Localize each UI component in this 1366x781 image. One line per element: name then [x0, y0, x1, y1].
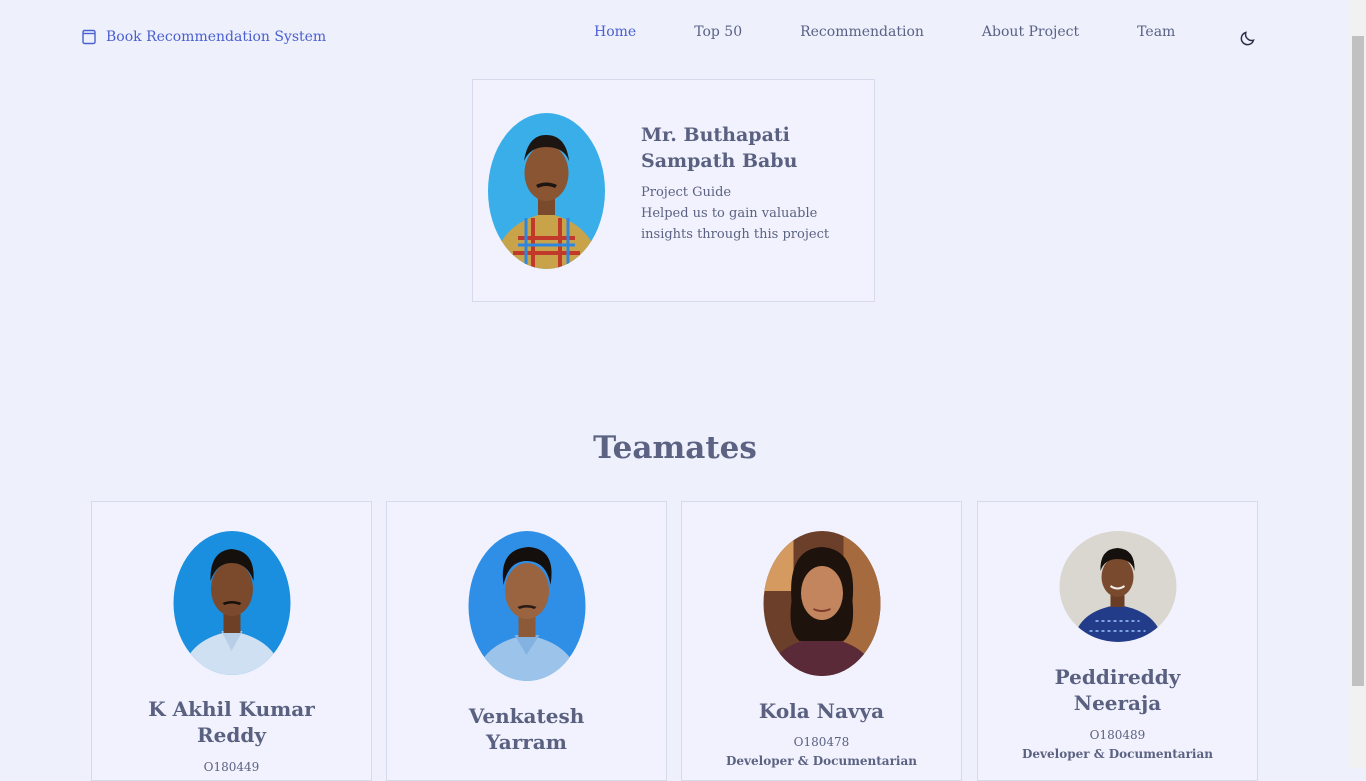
member-name-line1: Kola Navya — [758, 699, 885, 723]
member-id: O180478 — [793, 735, 850, 749]
brand-label: Book Recommendation System — [106, 29, 327, 45]
brand-link[interactable]: Book Recommendation System — [81, 29, 326, 45]
member-name-line2: Yarram — [486, 730, 567, 754]
nav-recommendation[interactable]: Recommendation — [800, 24, 924, 40]
avatar — [173, 531, 290, 675]
team-card: Venkatesh Yarram — [386, 501, 667, 781]
moon-icon[interactable] — [1239, 29, 1257, 47]
member-name-line1: Peddireddy — [1054, 665, 1181, 689]
section-title: Teamates — [593, 430, 757, 466]
team-card: Peddireddy Neeraja O180489 Developer & D… — [977, 501, 1258, 781]
member-name: Kola Navya — [682, 698, 961, 724]
avatar — [1059, 531, 1176, 642]
member-name: Venkatesh Yarram — [387, 703, 666, 755]
guide-name-line2: Sampath Babu — [641, 150, 798, 172]
guide-desc-line1: Helped us to gain valuable — [641, 206, 818, 221]
member-name-line1: Venkatesh — [468, 704, 585, 728]
member-name-line2: Reddy — [197, 723, 266, 747]
nav-links: Home Top 50 Recommendation About Project… — [594, 24, 1175, 40]
avatar — [763, 531, 880, 676]
member-id: O180449 — [203, 760, 260, 774]
member-name: K Akhil Kumar Reddy — [92, 696, 371, 748]
book-icon — [81, 29, 97, 45]
guide-photo — [488, 113, 605, 269]
guide-text: Mr. Buthapati Sampath Babu Project Guide… — [641, 122, 861, 245]
member-name-line2: Neeraja — [1073, 691, 1162, 715]
scrollbar[interactable] — [1350, 0, 1366, 768]
guide-card: Mr. Buthapati Sampath Babu Project Guide… — [472, 79, 875, 302]
member-name: Peddireddy Neeraja — [978, 664, 1257, 716]
member-name-line1: K Akhil Kumar — [148, 697, 315, 721]
guide-name: Mr. Buthapati Sampath Babu — [641, 122, 861, 174]
member-id: O180489 — [1089, 728, 1146, 742]
nav-home[interactable]: Home — [594, 24, 636, 40]
guide-role: Project Guide — [641, 185, 732, 200]
guide-name-line1: Mr. Buthapati — [641, 124, 790, 146]
team-card: K Akhil Kumar Reddy O180449 — [91, 501, 372, 781]
team-card: Kola Navya O180478 Developer & Documenta… — [681, 501, 962, 781]
guide-description: Helped us to gain valuable insights thro… — [641, 203, 861, 245]
avatar — [468, 531, 585, 681]
scrollbar-thumb[interactable] — [1352, 36, 1364, 686]
nav-top-50[interactable]: Top 50 — [694, 24, 742, 40]
member-role: Developer & Documentarian — [726, 754, 917, 768]
navbar: Book Recommendation System Home Top 50 R… — [0, 0, 1350, 70]
guide-desc-line2: insights through this project — [641, 227, 830, 242]
member-role: Developer & Documentarian — [1022, 747, 1213, 761]
nav-team[interactable]: Team — [1137, 24, 1175, 40]
nav-about-project[interactable]: About Project — [982, 24, 1079, 40]
